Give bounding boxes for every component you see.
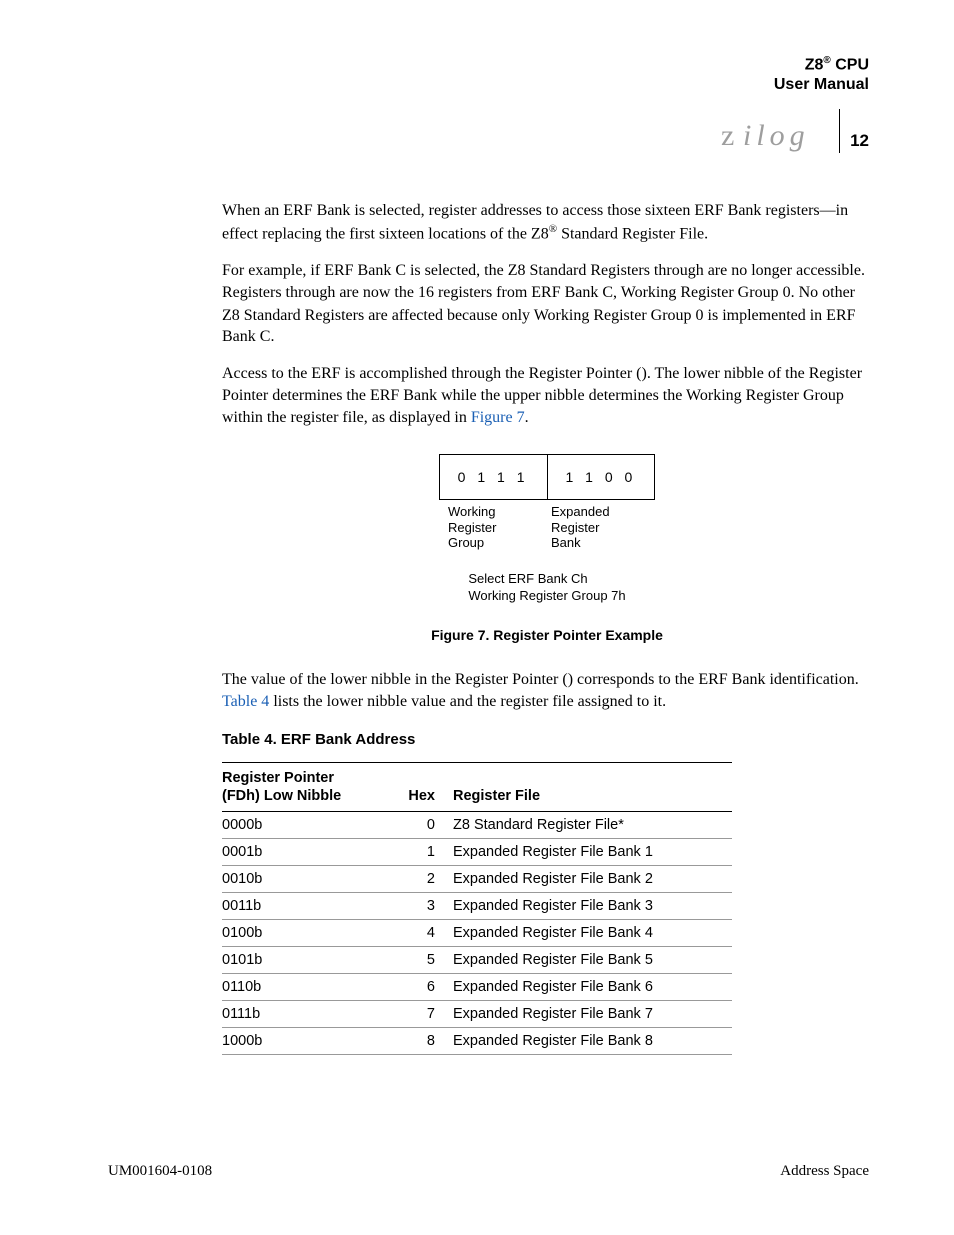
text: Access to the ERF is accomplished throug… bbox=[222, 365, 641, 382]
cell-hex: 0 bbox=[394, 812, 453, 839]
text: Working Register Group 7h bbox=[468, 588, 625, 603]
cell-nibble: 0111b bbox=[222, 1001, 394, 1028]
cell-nibble: 0010b bbox=[222, 866, 394, 893]
text: For example, if ERF Bank C is selected, … bbox=[222, 262, 654, 279]
table-row: 0111b7Expanded Register File Bank 7 bbox=[222, 1001, 732, 1028]
col-file: Register File bbox=[453, 762, 732, 811]
text: Working bbox=[448, 504, 495, 519]
col-nibble: Register Pointer (FDh) Low Nibble bbox=[222, 762, 394, 811]
header-separator bbox=[839, 109, 840, 153]
table-row: 0001b1Expanded Register File Bank 1 bbox=[222, 839, 732, 866]
text: Expanded bbox=[551, 504, 610, 519]
cell-nibble: 0101b bbox=[222, 947, 394, 974]
cell-hex: 1 bbox=[394, 839, 453, 866]
text: Select ERF Bank Ch bbox=[468, 571, 587, 586]
text: Register bbox=[448, 520, 496, 535]
cell-nibble: 0100b bbox=[222, 920, 394, 947]
cell-hex: 6 bbox=[394, 974, 453, 1001]
table-row: 0100b4Expanded Register File Bank 4 bbox=[222, 920, 732, 947]
page-content: When an ERF Bank is selected, register a… bbox=[222, 200, 872, 1055]
figure-title: Figure 7. Register Pointer Example bbox=[222, 627, 872, 643]
table-header-row: Register Pointer (FDh) Low Nibble Hex Re… bbox=[222, 762, 732, 811]
cell-file: Expanded Register File Bank 2 bbox=[453, 866, 732, 893]
table-row: 0110b6Expanded Register File Bank 6 bbox=[222, 974, 732, 1001]
zilog-logo: z ilog bbox=[721, 117, 829, 153]
nibble-right: 1 1 0 0 bbox=[547, 455, 655, 499]
cell-hex: 8 bbox=[394, 1028, 453, 1055]
cell-nibble: 0000b bbox=[222, 812, 394, 839]
cell-hex: 7 bbox=[394, 1001, 453, 1028]
cell-nibble: 1000b bbox=[222, 1028, 394, 1055]
page-footer: UM001604-0108 Address Space bbox=[108, 1163, 869, 1180]
text: Standard Register File. bbox=[557, 226, 708, 243]
cell-hex: 5 bbox=[394, 947, 453, 974]
label-left: Working Register Group bbox=[444, 504, 547, 551]
text: . bbox=[525, 409, 529, 426]
nibble-labels: Working Register Group Expanded Register… bbox=[444, 504, 650, 551]
product-subtitle: User Manual bbox=[774, 76, 869, 93]
cell-nibble: 0011b bbox=[222, 893, 394, 920]
table-row: 0011b3Expanded Register File Bank 3 bbox=[222, 893, 732, 920]
page-number: 12 bbox=[850, 131, 869, 153]
cell-nibble: 0110b bbox=[222, 974, 394, 1001]
cell-file: Z8 Standard Register File* bbox=[453, 812, 732, 839]
registered-mark: ® bbox=[549, 223, 557, 235]
text: to bbox=[546, 202, 562, 219]
table-4-title: Table 4. ERF Bank Address bbox=[222, 731, 872, 748]
text: Bank bbox=[551, 535, 581, 550]
table-row: 1000b8Expanded Register File Bank 8 bbox=[222, 1028, 732, 1055]
table-row: 0000b0Z8 Standard Register File* bbox=[222, 812, 732, 839]
cell-nibble: 0001b bbox=[222, 839, 394, 866]
text: Register Pointer bbox=[222, 770, 334, 786]
svg-text:ilog: ilog bbox=[743, 119, 810, 152]
text: ) corresponds to the ERF Bank identifica… bbox=[568, 671, 859, 688]
figure-caption-lines: Select ERF Bank Ch Working Register Grou… bbox=[468, 571, 625, 605]
footer-section: Address Space bbox=[780, 1163, 869, 1180]
cell-hex: 4 bbox=[394, 920, 453, 947]
paragraph-3: Access to the ERF is accomplished throug… bbox=[222, 363, 872, 428]
label-right: Expanded Register Bank bbox=[547, 504, 650, 551]
table-4: Register Pointer (FDh) Low Nibble Hex Re… bbox=[222, 762, 732, 1055]
cell-file: Expanded Register File Bank 6 bbox=[453, 974, 732, 1001]
figure-7: 0 1 1 1 1 1 0 0 Working Register Group E… bbox=[222, 454, 872, 643]
link-table-4[interactable]: Table 4 bbox=[222, 693, 269, 710]
cell-file: Expanded Register File Bank 5 bbox=[453, 947, 732, 974]
nibble-left: 0 1 1 1 bbox=[440, 455, 547, 499]
paragraph-1: When an ERF Bank is selected, register a… bbox=[222, 200, 872, 245]
table-row: 0101b5Expanded Register File Bank 5 bbox=[222, 947, 732, 974]
text: through bbox=[286, 284, 340, 301]
text: Group bbox=[448, 535, 484, 550]
registered-mark: ® bbox=[823, 55, 830, 66]
table-row: 0010b2Expanded Register File Bank 2 bbox=[222, 866, 732, 893]
text: When an ERF Bank is selected, register a… bbox=[222, 202, 546, 219]
cell-file: Expanded Register File Bank 4 bbox=[453, 920, 732, 947]
cell-file: Expanded Register File Bank 3 bbox=[453, 893, 732, 920]
col-hex: Hex bbox=[394, 762, 453, 811]
register-pointer-diagram: 0 1 1 1 1 1 0 0 bbox=[439, 454, 656, 500]
text: through bbox=[654, 262, 708, 279]
text: (FDh) Low Nibble bbox=[222, 788, 341, 804]
cell-file: Expanded Register File Bank 8 bbox=[453, 1028, 732, 1055]
cell-hex: 3 bbox=[394, 893, 453, 920]
cell-file: Expanded Register File Bank 1 bbox=[453, 839, 732, 866]
footer-doc-id: UM001604-0108 bbox=[108, 1163, 212, 1180]
link-figure-7[interactable]: Figure 7 bbox=[471, 409, 525, 426]
text: Register bbox=[551, 520, 599, 535]
text: The value of the lower nibble in the Reg… bbox=[222, 671, 568, 688]
product-name: Z8 bbox=[805, 56, 824, 73]
cell-hex: 2 bbox=[394, 866, 453, 893]
cell-file: Expanded Register File Bank 7 bbox=[453, 1001, 732, 1028]
product-suffix: CPU bbox=[831, 56, 869, 73]
logo-row: z ilog 12 bbox=[721, 109, 869, 153]
paragraph-4: The value of the lower nibble in the Reg… bbox=[222, 669, 872, 713]
text: lists the lower nibble value and the reg… bbox=[269, 693, 666, 710]
svg-text:z: z bbox=[721, 119, 737, 152]
product-title: Z8® CPU User Manual bbox=[721, 55, 869, 95]
page-header: Z8® CPU User Manual z ilog 12 bbox=[721, 55, 869, 153]
paragraph-2: For example, if ERF Bank C is selected, … bbox=[222, 260, 872, 348]
